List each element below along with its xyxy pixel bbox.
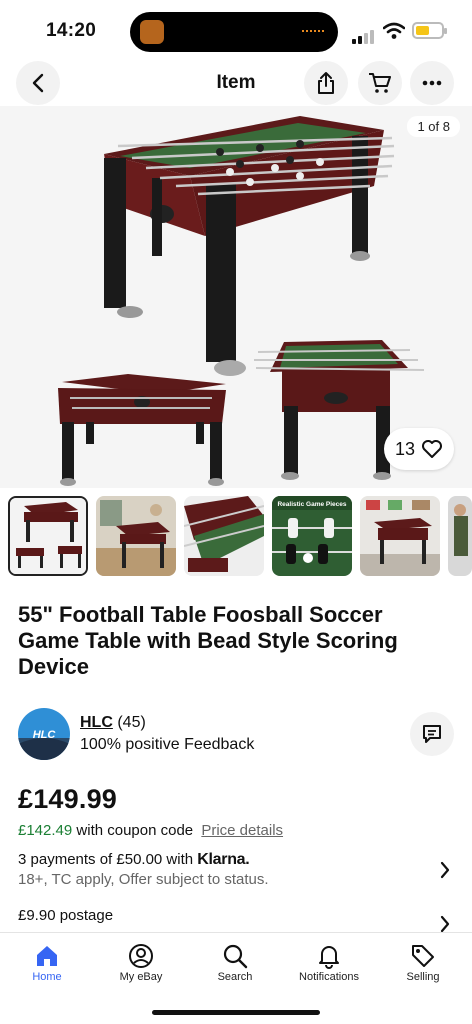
coupon-row: £142.49 with coupon code Price details <box>18 822 283 839</box>
thumbnail-4-caption: Realistic Game Pieces <box>277 501 346 508</box>
thumbnail-5[interactable] <box>360 496 440 576</box>
klarna-text: 3 payments of £50.00 with <box>18 851 194 868</box>
battery-level <box>416 26 429 35</box>
status-time: 14:20 <box>46 20 97 41</box>
live-activity-icon <box>140 20 164 44</box>
klarna-row[interactable]: 3 payments of £50.00 with Klarna. 18+, T… <box>18 851 454 891</box>
tab-selling-label: Selling <box>406 971 440 983</box>
heart-icon <box>422 440 443 458</box>
dynamic-island <box>130 12 338 52</box>
tab-notifications-label: Notifications <box>299 971 359 983</box>
thumbnail-4[interactable]: Realistic Game Pieces <box>272 496 352 576</box>
seller-card[interactable]: HLC HLC (45) 100% positive Feedback <box>18 708 454 762</box>
tab-my-ebay[interactable]: My eBay <box>94 941 188 983</box>
postage-text: £9.90 postage <box>18 907 114 924</box>
thumbnail-3[interactable] <box>184 496 264 576</box>
thumbnail-6[interactable] <box>448 496 472 576</box>
price: £149.99 <box>18 784 117 814</box>
chevron-right-icon <box>440 861 450 879</box>
seller-rating-count: (45) <box>117 714 146 731</box>
tab-home-label: Home <box>32 971 62 983</box>
cart-icon <box>369 73 391 93</box>
tab-notifications[interactable]: Notifications <box>282 941 376 983</box>
watch-button[interactable]: 13 <box>384 428 454 470</box>
tab-my-ebay-label: My eBay <box>119 971 163 983</box>
live-activity-indicator <box>302 30 324 33</box>
watch-count: 13 <box>394 438 416 459</box>
back-icon <box>32 73 44 93</box>
seller-name-row[interactable]: HLC (45) <box>80 714 146 732</box>
message-icon <box>423 725 441 743</box>
home-indicator <box>152 1010 320 1015</box>
image-counter: 1 of 8 <box>407 116 460 137</box>
product-title: 55" Football Table Foosball Soccer Game … <box>18 602 398 679</box>
chevron-right-icon <box>440 915 450 933</box>
signal-icon <box>352 26 376 44</box>
user-icon <box>129 944 153 968</box>
more-icon <box>422 80 442 86</box>
seller-feedback: 100% positive Feedback <box>80 736 255 753</box>
thumbnail-2[interactable] <box>96 496 176 576</box>
tag-icon <box>412 945 434 967</box>
home-icon <box>37 946 57 966</box>
top-nav: Item <box>0 60 472 106</box>
coupon-text: with coupon code <box>76 822 194 839</box>
price-details-link[interactable]: Price details <box>201 822 283 839</box>
cart-button[interactable] <box>358 61 402 105</box>
more-button[interactable] <box>410 61 454 105</box>
coupon-price: £142.49 <box>18 822 73 839</box>
svg-text:HLC: HLC <box>33 729 57 741</box>
status-bar: 14:20 <box>0 0 472 60</box>
thumbnail-strip[interactable]: Realistic Game Pieces <box>8 496 472 578</box>
wifi-icon <box>382 22 406 45</box>
share-icon <box>318 72 334 94</box>
message-seller-button[interactable] <box>410 712 454 756</box>
seller-name[interactable]: HLC <box>80 714 113 731</box>
bell-icon <box>319 946 339 969</box>
search-icon <box>223 944 248 969</box>
share-button[interactable] <box>304 61 348 105</box>
back-button[interactable] <box>16 61 60 105</box>
klarna-subtext: 18+, TC apply, Offer subject to status. <box>18 871 269 888</box>
tab-home[interactable]: Home <box>0 941 94 983</box>
klarna-logo: Klarna. <box>197 851 250 868</box>
thumbnail-1[interactable] <box>8 496 88 576</box>
battery-icon <box>412 22 447 39</box>
tab-search[interactable]: Search <box>188 941 282 983</box>
seller-avatar[interactable]: HLC <box>18 708 70 760</box>
postage-row[interactable]: £9.90 postage <box>18 907 454 933</box>
tab-selling[interactable]: Selling <box>376 941 470 983</box>
tab-search-label: Search <box>217 971 253 983</box>
product-image-gallery[interactable]: 1 of 8 13 <box>0 106 472 488</box>
